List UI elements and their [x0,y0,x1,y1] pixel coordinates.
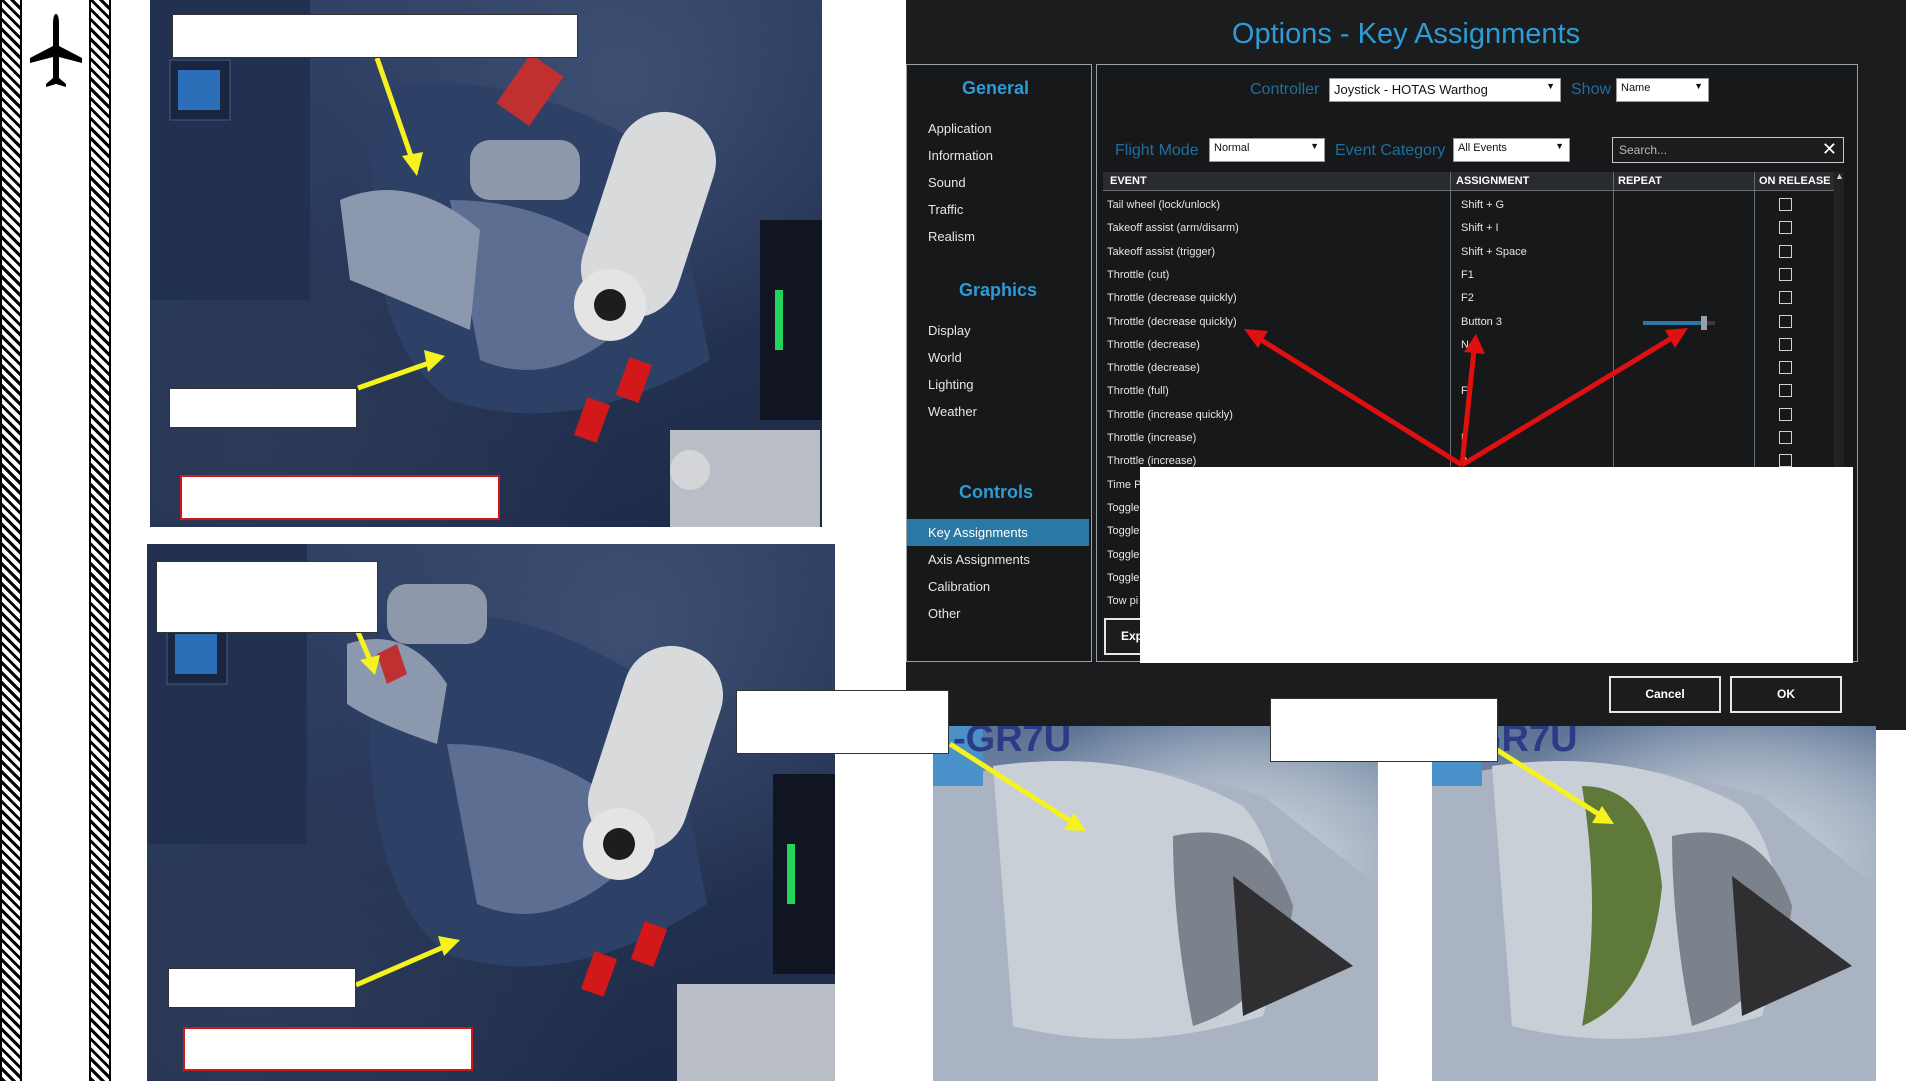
callout-engine-left [736,690,949,754]
callout-engine-right [1270,698,1498,762]
yellow-arrows-engines [948,741,1614,831]
